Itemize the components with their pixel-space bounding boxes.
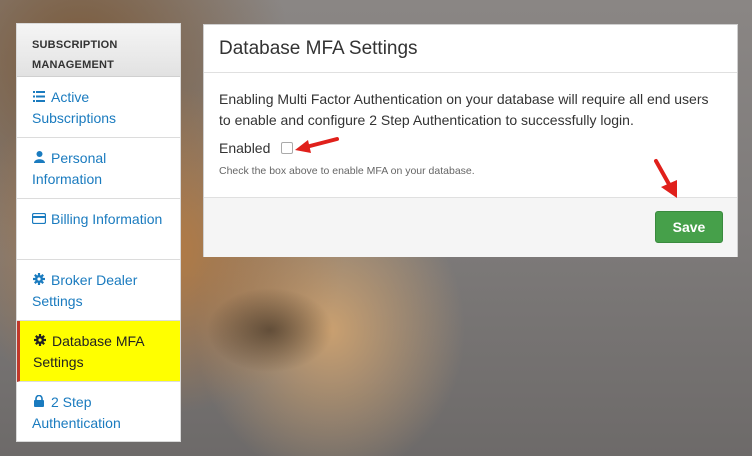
annotation-arrow-icon — [654, 159, 677, 198]
enabled-checkbox[interactable] — [281, 142, 294, 154]
annotation-arrow-icon — [295, 137, 339, 153]
sidebar-item-active-subscriptions[interactable]: Active Subscriptions — [17, 77, 180, 138]
gear-icon — [33, 332, 47, 352]
subscription-sidebar: SUBSCRIPTION MANAGEMENT Active Subscript… — [16, 23, 181, 442]
mfa-settings-panel: Database MFA Settings Enabling Multi Fac… — [203, 24, 738, 257]
credit-card-icon — [31, 210, 47, 230]
page-title: Database MFA Settings — [204, 25, 737, 73]
list-icon — [32, 88, 46, 108]
sidebar-header: SUBSCRIPTION MANAGEMENT — [17, 24, 180, 77]
sidebar-item-label: Billing Information — [51, 211, 163, 227]
user-icon — [32, 149, 46, 169]
sidebar-item-personal-information[interactable]: Personal Information — [17, 138, 180, 199]
sidebar-item-2-step-authentication[interactable]: 2 Step Authentication — [17, 382, 180, 441]
mfa-description: Enabling Multi Factor Authentication on … — [219, 91, 709, 128]
gear-icon — [32, 271, 46, 291]
mfa-hint: Check the box above to enable MFA on you… — [219, 165, 475, 177]
sidebar-item-label: Database MFA Settings — [33, 333, 144, 370]
panel-footer: Save — [204, 197, 737, 257]
enabled-label: Enabled — [219, 140, 271, 156]
save-button[interactable]: Save — [655, 211, 723, 243]
lock-icon — [32, 393, 46, 413]
sidebar-item-database-mfa-settings[interactable]: Database MFA Settings — [17, 321, 180, 382]
sidebar-item-billing-information[interactable]: Billing Information — [17, 199, 180, 260]
sidebar-item-broker-dealer-settings[interactable]: Broker Dealer Settings — [17, 260, 180, 321]
sidebar-item-label: Broker Dealer Settings — [32, 272, 138, 309]
